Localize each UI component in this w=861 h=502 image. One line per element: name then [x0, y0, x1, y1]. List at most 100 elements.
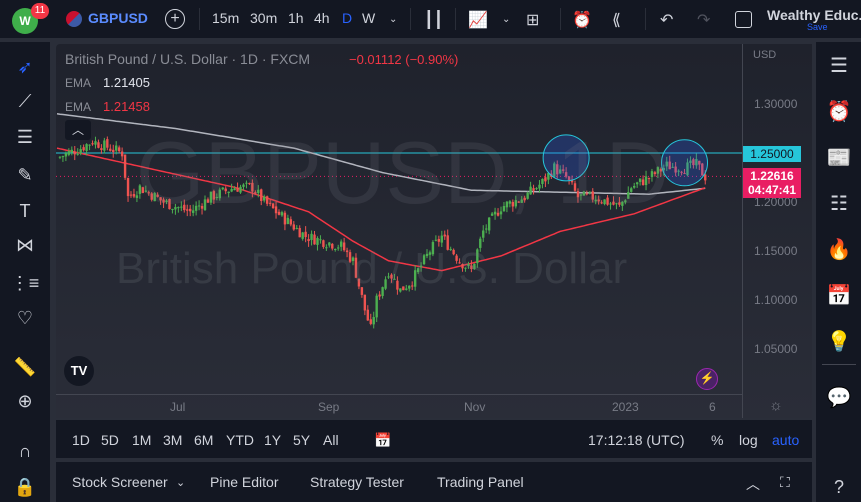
maximize-panel-icon[interactable]: ⛶ — [780, 474, 790, 491]
lightning-icon[interactable]: ⚡ — [696, 368, 718, 390]
trendline-icon[interactable]: ⟋ — [12, 88, 38, 114]
ruler-icon[interactable]: 📏 — [12, 354, 38, 380]
fib-icon[interactable]: ☰ — [12, 124, 38, 150]
range-6m[interactable]: 6M — [194, 432, 213, 448]
hotlist-icon[interactable]: 🔥 — [824, 234, 854, 264]
range-ytd[interactable]: YTD — [226, 432, 254, 448]
alarm-icon[interactable]: ⏰ — [824, 96, 854, 126]
chevron-down-icon[interactable]: ⌄ — [389, 14, 397, 25]
candle-body — [106, 139, 109, 148]
range-5d[interactable]: 5D — [101, 432, 119, 448]
layouts-icon[interactable]: ⊞ — [526, 10, 539, 30]
tab-trading-panel[interactable]: Trading Panel — [437, 474, 524, 490]
cursor-icon[interactable]: ➶ — [12, 54, 38, 80]
interval-15m[interactable]: 15m — [212, 10, 239, 26]
chevron-down-icon[interactable]: ⌄ — [502, 14, 510, 25]
auto-toggle[interactable]: auto — [772, 432, 799, 448]
interval-30m[interactable]: 30m — [250, 10, 277, 26]
text-icon[interactable]: T — [12, 198, 38, 224]
prediction-icon[interactable]: ⋮≡ — [11, 270, 40, 296]
candle-body — [112, 149, 115, 153]
notification-badge: 11 — [31, 3, 49, 19]
ema2-value: 1.21458 — [103, 99, 150, 114]
currency-selector[interactable]: USD — [753, 49, 776, 61]
time-tick: 6 — [709, 400, 716, 414]
candle-body — [109, 148, 112, 151]
symbol-search[interactable]: GBPUSD — [88, 10, 148, 26]
candle-body — [437, 238, 441, 242]
range-1m[interactable]: 1M — [132, 432, 151, 448]
pattern-icon[interactable]: ⋈ — [12, 232, 38, 258]
zoom-in-icon[interactable]: ⊕ — [12, 388, 38, 414]
chart-pane[interactable]: GBPUSD, 1D British Pound / U.S. Dollar B… — [56, 44, 812, 418]
heart-icon[interactable]: ♡ — [12, 305, 38, 331]
candle-body — [129, 194, 133, 196]
ema1-label: EMA — [65, 76, 92, 90]
time-tick: Jul — [170, 400, 186, 414]
tab-stock-screener[interactable]: Stock Screener — [72, 474, 168, 490]
price-tick: 1.30000 — [754, 97, 798, 111]
brush-icon[interactable]: ✎ — [12, 162, 38, 188]
candle-body — [366, 309, 369, 321]
goto-date-icon[interactable]: 📅 — [374, 432, 391, 449]
candle-body — [443, 234, 446, 237]
range-3m[interactable]: 3M — [163, 432, 182, 448]
indicators-icon[interactable]: 📈 — [468, 10, 488, 30]
clock[interactable]: 17:12:18 (UTC) — [588, 432, 684, 448]
ideas-icon[interactable]: 💡 — [824, 326, 854, 356]
tab-pine-editor[interactable]: Pine Editor — [210, 474, 278, 490]
chevron-down-icon[interactable]: ⌄ — [176, 476, 185, 489]
news-icon[interactable]: 📰 — [824, 142, 854, 172]
candles-icon[interactable]: ┃┃ — [424, 10, 443, 30]
candle-body — [434, 239, 438, 241]
interval-1h[interactable]: 1h — [288, 10, 304, 26]
candle-body — [115, 145, 118, 151]
fullscreen-icon[interactable] — [735, 11, 752, 28]
candle-body — [85, 144, 88, 151]
range-5y[interactable]: 5Y — [293, 432, 310, 448]
undo-icon[interactable]: ↶ — [660, 10, 673, 30]
candle-body — [97, 142, 100, 148]
range-all[interactable]: All — [323, 432, 339, 448]
price-tick: 1.05000 — [754, 342, 798, 356]
replay-icon[interactable]: ⟪ — [612, 10, 621, 30]
ema2-label: EMA — [65, 100, 92, 114]
watchlist-icon[interactable]: ☰ — [824, 50, 854, 80]
lock-icon[interactable]: 🔒 — [12, 474, 38, 500]
layout-name[interactable]: Wealthy Educ... — [767, 7, 861, 23]
candle-body — [301, 232, 304, 239]
help-icon[interactable]: ? — [824, 472, 854, 502]
range-1y[interactable]: 1Y — [264, 432, 281, 448]
redo-icon[interactable]: ↷ — [697, 10, 710, 30]
chat-icon[interactable]: 💬 — [824, 382, 854, 412]
interval-w[interactable]: W — [362, 10, 375, 26]
percent-toggle[interactable]: % — [711, 432, 723, 448]
collapse-legend-button[interactable]: ︿ — [65, 120, 91, 140]
right-sidebar: ☰ ⏰ 📰 ☷ 🔥 📅 💡 💬 ? — [816, 42, 861, 502]
interval-4h[interactable]: 4h — [314, 10, 330, 26]
magnet-icon[interactable]: ∩ — [12, 438, 38, 464]
candle-body — [103, 140, 106, 151]
price-chart[interactable] — [56, 44, 812, 418]
date-range-bar: 1D 5D 1M 3M 6M YTD 1Y 5Y All 📅 17:12:18 … — [56, 420, 812, 458]
alert-icon[interactable]: ⏰ — [572, 10, 592, 30]
add-list-icon[interactable]: ☷ — [824, 188, 854, 218]
interval-d[interactable]: D — [342, 10, 352, 26]
settings-icon[interactable]: ☼ — [769, 397, 783, 414]
candle-body — [76, 153, 79, 155]
watermark-name: British Pound / U.S. Dollar — [116, 244, 628, 293]
tab-strategy-tester[interactable]: Strategy Tester — [310, 474, 404, 490]
time-axis[interactable] — [56, 394, 742, 418]
candle-body — [120, 151, 124, 157]
tradingview-logo[interactable]: TV — [64, 356, 94, 386]
divider — [822, 364, 856, 365]
add-symbol-icon[interactable]: + — [165, 9, 185, 29]
range-1d[interactable]: 1D — [72, 432, 90, 448]
candle-body — [73, 151, 76, 155]
save-button[interactable]: Save — [807, 22, 828, 32]
ema1-value: 1.21405 — [103, 75, 150, 90]
calendar-icon[interactable]: 📅 — [824, 280, 854, 310]
collapse-panel-icon[interactable]: ︿ — [746, 474, 760, 494]
log-toggle[interactable]: log — [739, 432, 758, 448]
candle-body — [61, 156, 65, 158]
